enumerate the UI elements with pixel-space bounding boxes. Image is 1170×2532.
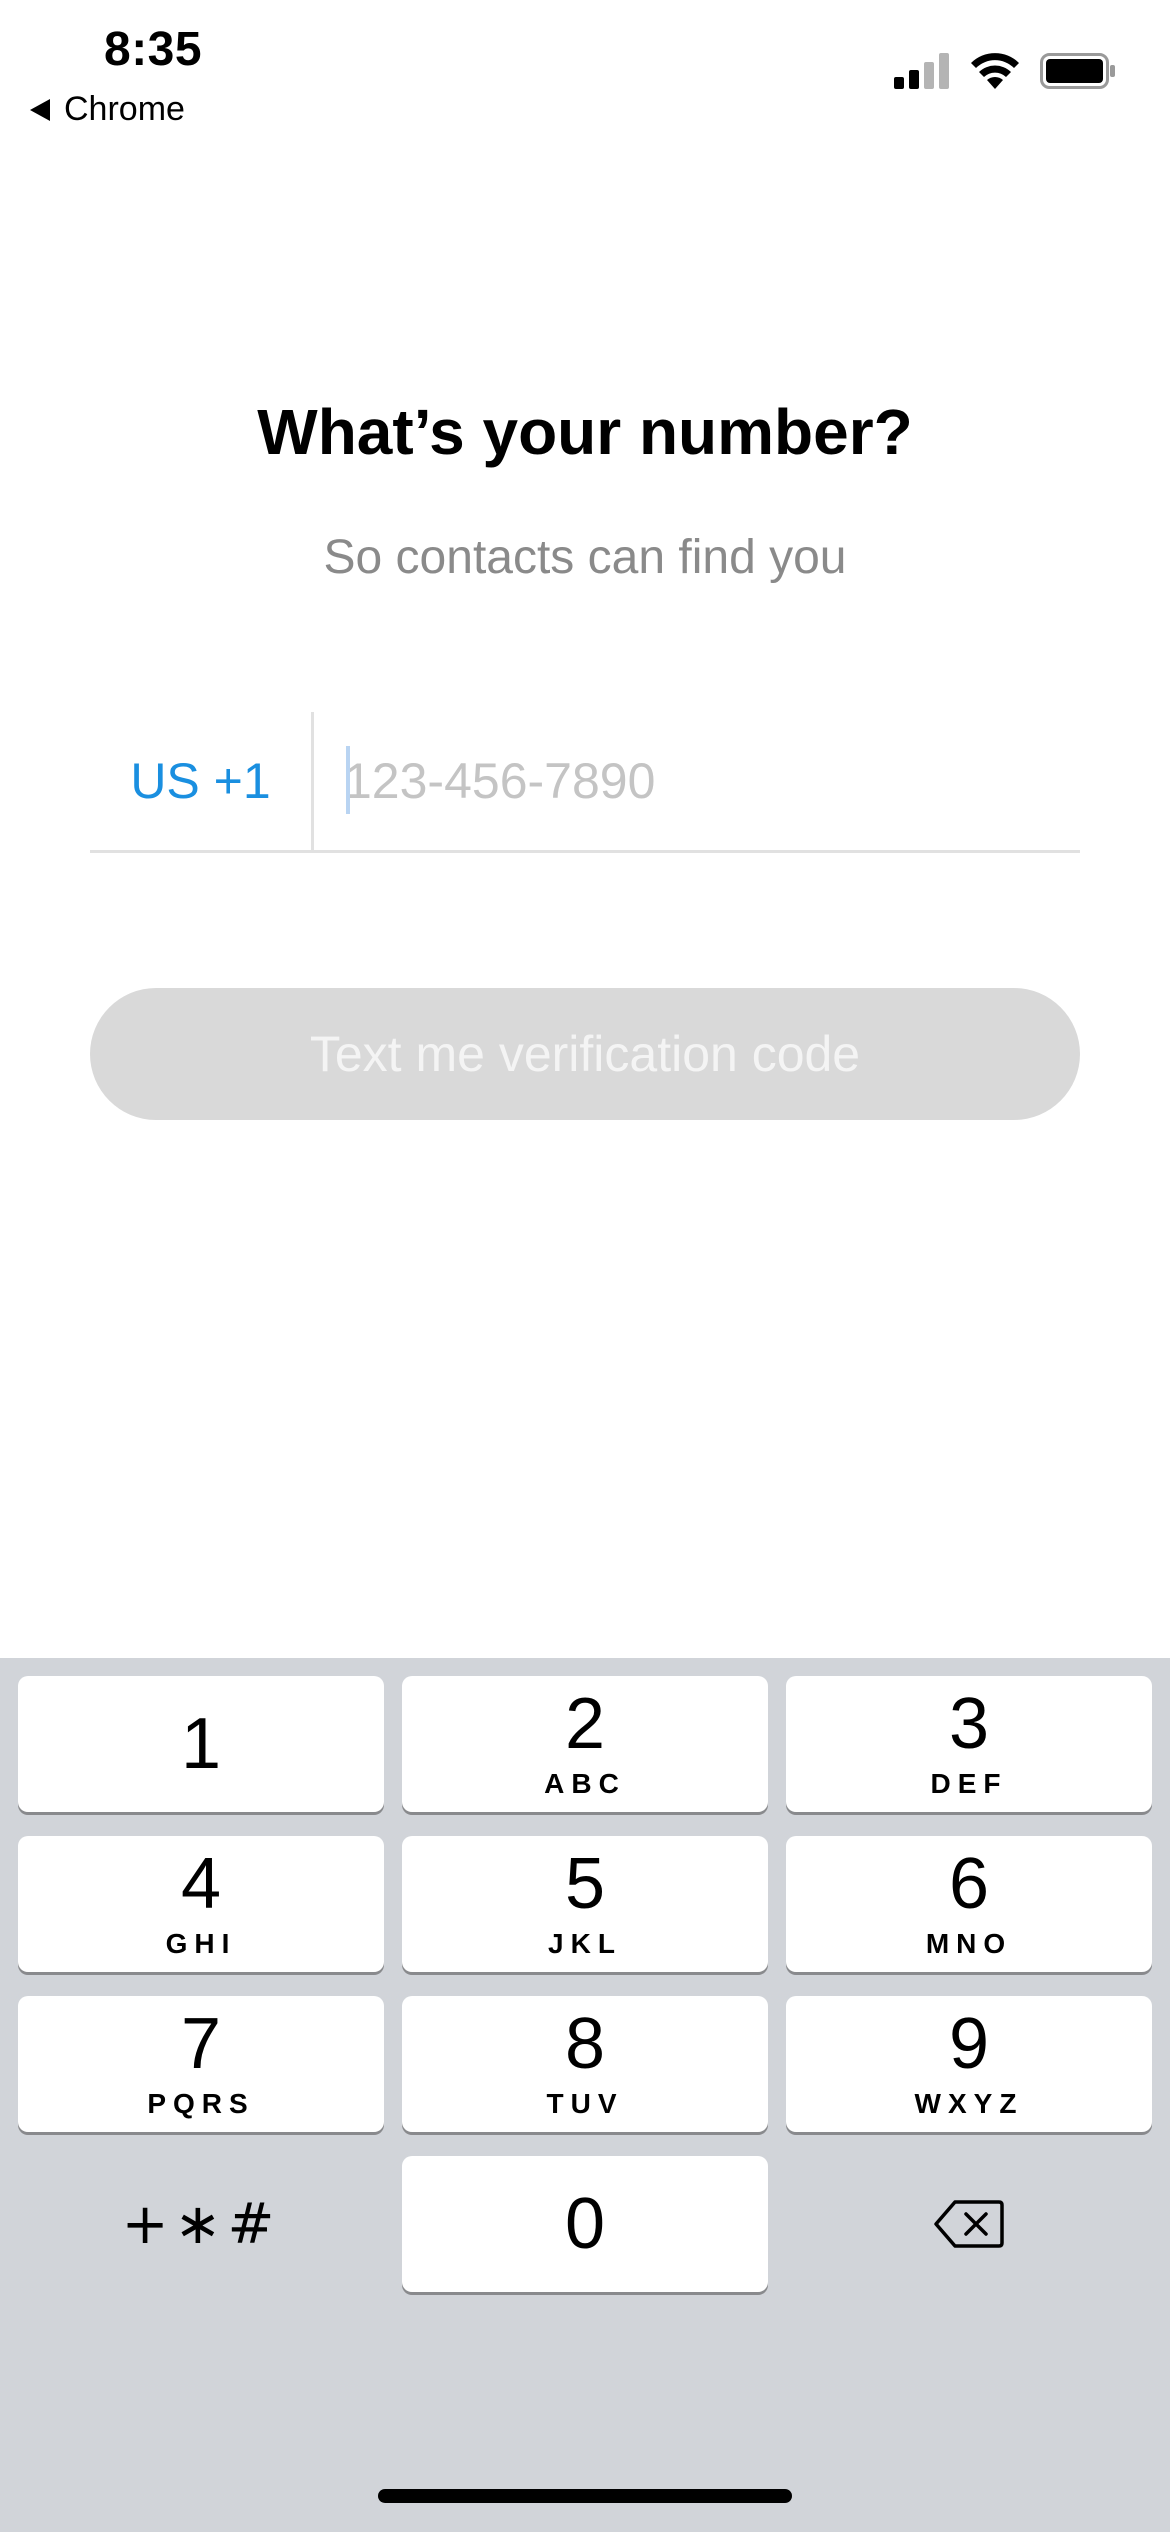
country-code-selector[interactable]: US +1 [90, 712, 314, 850]
key-digit: 9 [948, 2004, 990, 2084]
page-title: What’s your number? [257, 396, 913, 468]
numeric-keypad: 1 2 ABC 3 DEF 4 GHI 5 JKL 6 MNO 7 PQRS 8… [0, 1658, 1170, 2532]
phone-number-row: US +1 [90, 711, 1080, 853]
key-8[interactable]: 8 TUV [402, 1996, 768, 2132]
cellular-signal-icon [894, 53, 949, 89]
back-arrow-icon [30, 98, 50, 121]
key-letters: ABC [544, 1768, 626, 1799]
backspace-icon [934, 2200, 1004, 2248]
key-letters: MNO [925, 1928, 1013, 1959]
key-1[interactable]: 1 [18, 1676, 384, 1812]
key-digit: 8 [564, 2004, 606, 2084]
key-7[interactable]: 7 PQRS [18, 1996, 384, 2132]
symbols-key[interactable]: +∗# [18, 2156, 384, 2292]
key-3[interactable]: 3 DEF [786, 1676, 1152, 1812]
key-letters: PQRS [147, 2088, 255, 2119]
back-app-label: Chrome [64, 90, 185, 128]
key-5[interactable]: 5 JKL [402, 1836, 768, 1972]
key-letters: DEF [930, 1768, 1008, 1799]
wifi-icon [971, 53, 1019, 89]
key-digit: 2 [564, 1684, 606, 1764]
key-9[interactable]: 9 WXYZ [786, 1996, 1152, 2132]
text-verification-code-button[interactable]: Text me verification code [90, 988, 1080, 1120]
status-icons [894, 52, 1116, 90]
key-digit: 7 [180, 2004, 222, 2084]
key-digit: 3 [948, 1684, 990, 1764]
key-letters: GHI [165, 1928, 237, 1959]
status-time: 8:35 [104, 23, 203, 76]
delete-key[interactable] [786, 2156, 1152, 2292]
key-4[interactable]: 4 GHI [18, 1836, 384, 1972]
phone-number-input[interactable] [314, 711, 1080, 851]
key-letters: JKL [548, 1928, 622, 1959]
key-digit: 4 [180, 1844, 222, 1924]
key-digit: 0 [564, 2184, 606, 2264]
text-cursor [346, 746, 350, 814]
key-0[interactable]: 0 [402, 2156, 768, 2292]
key-digit: 6 [948, 1844, 990, 1924]
symbols-label: +∗# [121, 2191, 281, 2257]
key-letters: TUV [546, 2088, 624, 2119]
key-digit: 1 [180, 1704, 222, 1784]
key-2[interactable]: 2 ABC [402, 1676, 768, 1812]
key-digit: 5 [564, 1844, 606, 1924]
page-subtitle: So contacts can find you [323, 531, 847, 584]
home-indicator[interactable] [378, 2489, 792, 2503]
battery-icon [1040, 53, 1115, 89]
key-6[interactable]: 6 MNO [786, 1836, 1152, 1972]
key-letters: WXYZ [914, 2088, 1024, 2119]
back-to-chrome-link[interactable]: Chrome [30, 90, 185, 129]
